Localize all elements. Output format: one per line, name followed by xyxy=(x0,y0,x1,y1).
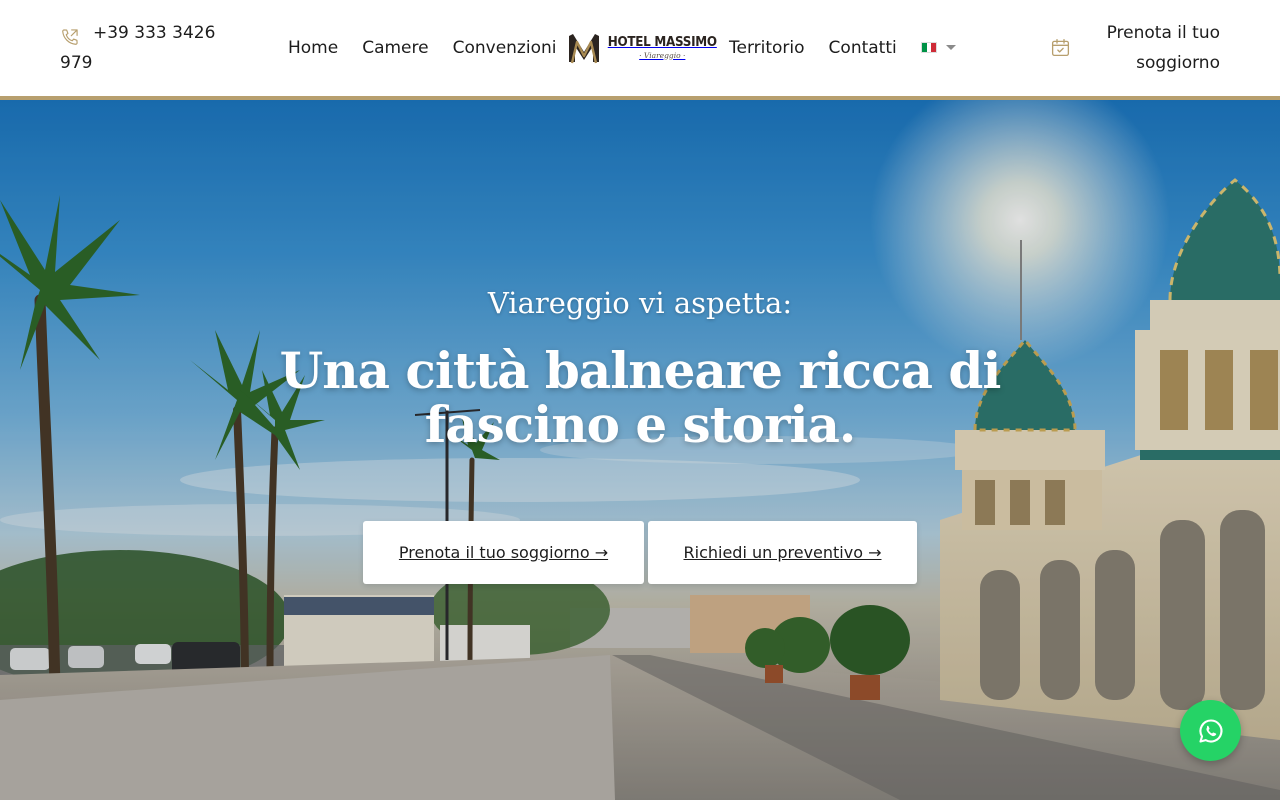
request-quote-button[interactable]: Richiedi un preventivo → xyxy=(648,521,917,584)
whatsapp-icon xyxy=(1198,718,1222,743)
book-stay-button[interactable]: Prenota il tuo soggiorno → xyxy=(363,521,644,584)
hero-subtitle: Viareggio vi aspetta: xyxy=(487,286,793,320)
nav-camere[interactable]: Camere xyxy=(362,34,428,62)
site-header: +39 333 3426 979 Home Camere Convenzioni… xyxy=(0,0,1280,96)
language-switcher[interactable] xyxy=(921,40,956,54)
hero-section: Viareggio vi aspetta: Una città balneare… xyxy=(0,100,1280,800)
hotel-logo[interactable]: HOTEL MASSIMO · Viareggio · xyxy=(568,30,717,64)
phone-number[interactable]: +39 333 3426 979 xyxy=(60,18,220,78)
hero-title: Una città balneare ricca di fascino e st… xyxy=(279,341,1002,454)
book-stay-link[interactable]: Prenota il tuo soggiorno xyxy=(1092,18,1220,78)
whatsapp-chat-button[interactable] xyxy=(1180,700,1241,761)
logo-subtitle: · Viareggio · xyxy=(639,50,686,60)
nav-contatti[interactable]: Contatti xyxy=(829,34,897,62)
main-nav-left: Home Camere Convenzioni xyxy=(288,34,580,62)
nav-home[interactable]: Home xyxy=(288,34,338,62)
phone-contact[interactable]: +39 333 3426 979 xyxy=(60,18,220,78)
nav-territorio[interactable]: Territorio xyxy=(729,34,805,62)
logo-name: HOTEL MASSIMO xyxy=(607,34,717,50)
main-nav-right: Territorio Contatti xyxy=(729,34,921,62)
chevron-down-icon xyxy=(946,44,956,50)
flag-italy-icon xyxy=(921,41,937,53)
nav-convenzioni[interactable]: Convenzioni xyxy=(453,34,557,62)
calendar-check-icon[interactable] xyxy=(1050,37,1071,58)
phone-icon xyxy=(62,29,78,45)
logo-monogram xyxy=(569,34,599,64)
header-divider xyxy=(0,96,1280,100)
